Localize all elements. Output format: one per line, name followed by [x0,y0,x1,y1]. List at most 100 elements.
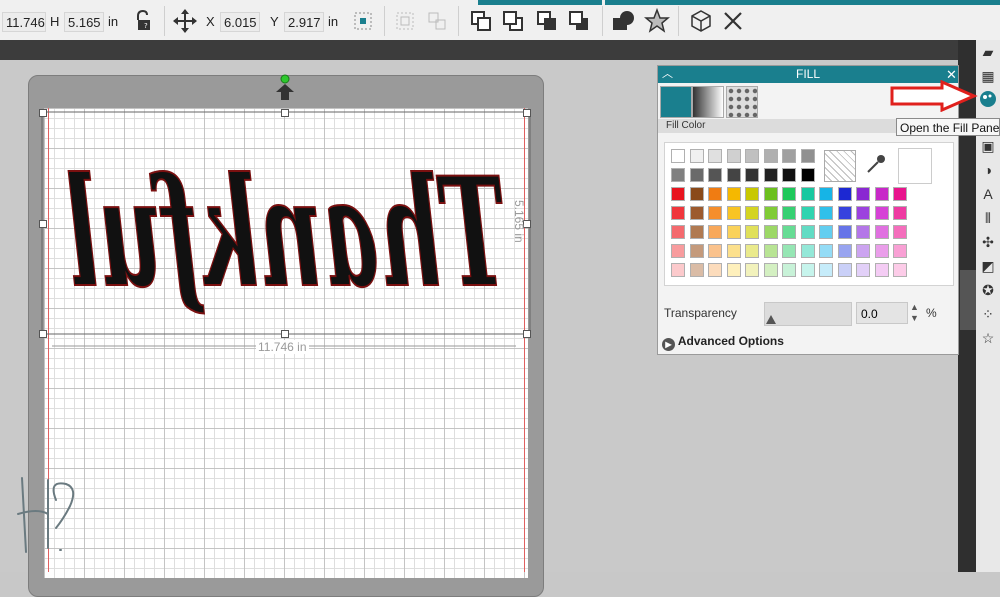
color-swatch[interactable] [800,263,815,277]
color-swatch[interactable] [763,244,778,258]
color-swatch[interactable] [726,187,741,201]
color-swatch[interactable] [671,263,685,277]
color-swatch[interactable] [856,244,870,258]
resize-handle-top-right[interactable] [523,109,531,117]
resize-handle-top[interactable] [281,109,289,117]
move-icon[interactable] [172,8,198,34]
send-backward-icon[interactable] [566,8,592,34]
color-swatch[interactable] [689,168,704,182]
color-swatch[interactable] [874,206,889,220]
color-swatch[interactable] [837,225,852,239]
color-swatch[interactable] [689,187,704,201]
bring-to-front-icon[interactable] [468,8,494,34]
color-swatch[interactable] [874,187,889,201]
align-icon[interactable]: ⫴ [978,208,998,228]
color-swatch[interactable] [708,263,722,277]
color-swatch[interactable] [689,263,704,277]
color-swatch[interactable] [893,187,907,201]
text-icon[interactable]: A [978,184,998,204]
color-swatch[interactable] [819,244,833,258]
transparency-stepper[interactable]: ▲ ▼ [910,302,919,324]
rotate-handle[interactable] [272,74,298,104]
solid-fill-button[interactable] [660,86,692,118]
color-swatch[interactable] [782,149,796,163]
color-swatch[interactable] [708,244,722,258]
color-swatch[interactable] [763,187,778,201]
width-input[interactable]: 11.746 [2,12,46,32]
color-swatch[interactable] [800,187,815,201]
ungroup-icon[interactable] [424,8,450,34]
color-swatch[interactable] [708,149,722,163]
offset-icon[interactable]: ✪ [978,280,998,300]
transparency-slider[interactable] [764,302,852,326]
color-swatch[interactable] [671,206,685,220]
color-swatch[interactable] [837,187,852,201]
replicate-icon[interactable]: ✣ [978,232,998,252]
gradient-fill-button[interactable] [692,86,724,118]
color-swatch[interactable] [893,244,907,258]
color-swatch[interactable] [708,225,722,239]
send-to-back-icon[interactable] [500,8,526,34]
color-swatch[interactable] [671,244,685,258]
star-shape-icon[interactable] [643,7,671,34]
bring-forward-icon[interactable] [534,8,560,34]
color-swatch[interactable] [856,263,870,277]
color-swatch[interactable] [800,206,815,220]
color-swatch[interactable] [819,225,833,239]
color-swatch[interactable] [745,168,759,182]
advanced-options-toggle[interactable]: ▶ Advanced Options [662,334,784,351]
resize-handle-bottom-left[interactable] [39,330,47,338]
color-swatch[interactable] [671,168,685,182]
color-swatch[interactable] [874,263,889,277]
lock-aspect-icon[interactable]: ? [132,8,158,34]
color-swatch[interactable] [726,168,741,182]
color-swatch[interactable] [819,206,833,220]
color-swatch[interactable] [689,244,704,258]
3d-box-icon[interactable] [688,8,714,34]
weld-icon[interactable] [610,8,636,34]
color-swatch[interactable] [708,187,722,201]
resize-handle-left[interactable] [39,220,47,228]
color-swatch[interactable] [837,206,852,220]
no-color-swatch[interactable] [824,150,856,182]
color-swatch[interactable] [726,225,741,239]
slider-thumb[interactable] [765,313,777,325]
color-swatch[interactable] [819,263,833,277]
pattern-fill-button[interactable] [726,86,758,118]
shadow-icon[interactable]: ◑ [978,160,998,180]
color-swatch[interactable] [856,187,870,201]
color-swatch[interactable] [819,187,833,201]
resize-handle-bottom-right[interactable] [523,330,531,338]
color-swatch[interactable] [763,206,778,220]
pixscan-icon[interactable]: ▦ [978,66,998,86]
y-input[interactable]: 2.917 [284,12,324,32]
color-swatch[interactable] [800,244,815,258]
color-swatch[interactable] [782,187,796,201]
color-swatch[interactable] [782,206,796,220]
color-swatch[interactable] [893,206,907,220]
group-icon[interactable] [392,8,418,34]
color-swatch[interactable] [837,244,852,258]
panel-scrollbar-thumb[interactable] [960,270,976,330]
line-icon[interactable]: ▣ [978,136,998,156]
color-swatch[interactable] [726,206,741,220]
color-swatch[interactable] [856,206,870,220]
color-swatch[interactable] [782,244,796,258]
resize-handle-bottom[interactable] [281,330,289,338]
color-swatch[interactable] [800,168,815,182]
color-swatch[interactable] [708,168,722,182]
color-swatch[interactable] [689,149,704,163]
color-swatch[interactable] [856,225,870,239]
color-swatch[interactable] [745,206,759,220]
collapse-icon[interactable]: ︿ [662,66,673,83]
color-swatch[interactable] [689,206,704,220]
close-icon[interactable] [720,8,746,34]
color-swatch[interactable] [726,149,741,163]
star-icon[interactable]: ☆ [978,328,998,348]
color-swatch[interactable] [745,225,759,239]
color-swatch[interactable] [800,225,815,239]
color-swatch[interactable] [726,244,741,258]
color-swatch[interactable] [689,225,704,239]
fill-icon[interactable] [978,90,998,110]
page-setup-icon[interactable]: ▰ [978,42,998,62]
